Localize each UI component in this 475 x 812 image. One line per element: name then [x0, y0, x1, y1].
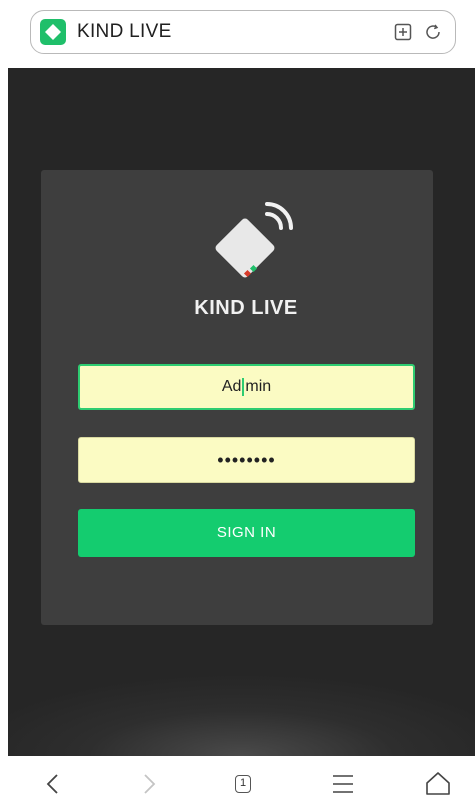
brand-title: KIND LIVE: [194, 297, 298, 319]
address-bar[interactable]: KIND LIVE: [30, 10, 456, 54]
login-card: KIND LIVE Ad min •••••••• SIGN IN: [41, 170, 433, 625]
username-input[interactable]: Ad min: [78, 364, 415, 410]
reload-icon[interactable]: [423, 22, 443, 42]
bookmark-add-icon[interactable]: [393, 22, 413, 42]
mobile-browser-screen: KIND LIVE KIND LIVE Ad min •••••••• SIGN…: [0, 0, 475, 812]
username-text-after-caret: min: [245, 378, 272, 395]
site-title: KIND LIVE: [77, 21, 172, 42]
back-icon[interactable]: [36, 766, 72, 802]
password-masked-value: ••••••••: [217, 450, 276, 470]
browser-top-bar: KIND LIVE: [0, 0, 475, 68]
forward-icon[interactable]: [130, 766, 166, 802]
browser-bottom-bar: 1: [0, 756, 475, 812]
sign-in-button[interactable]: SIGN IN: [78, 509, 415, 557]
password-input[interactable]: ••••••••: [78, 437, 415, 483]
tab-count: 1: [235, 775, 251, 793]
username-text-before-caret: Ad: [221, 378, 242, 395]
menu-icon[interactable]: [325, 766, 361, 802]
login-page: KIND LIVE Ad min •••••••• SIGN IN: [8, 68, 475, 756]
kind-live-logo-icon: [205, 200, 297, 290]
site-logo-icon: [40, 19, 66, 45]
home-icon[interactable]: [420, 766, 456, 802]
tabs-icon[interactable]: 1: [227, 766, 263, 802]
